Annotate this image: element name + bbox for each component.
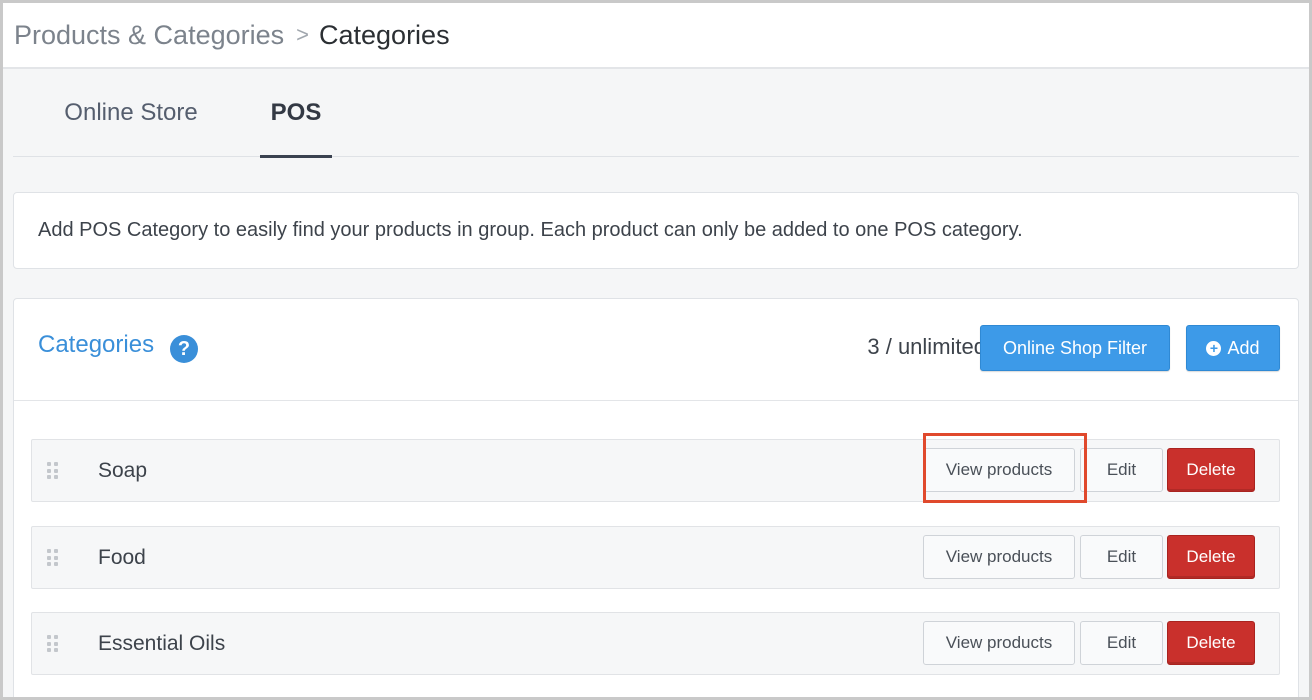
edit-button[interactable]: Edit — [1080, 535, 1163, 579]
category-row-essential-oils: Essential Oils View products Edit Delete — [31, 612, 1280, 675]
page-title: Categories — [319, 19, 450, 50]
breadcrumb-parent-link[interactable]: Products & Categories — [14, 20, 284, 51]
online-shop-filter-label: Online Shop Filter — [1002, 337, 1148, 358]
info-card: Add POS Category to easily find your pro… — [13, 192, 1299, 269]
category-name: Soap — [98, 459, 148, 482]
category-row-soap: Soap View products Edit Delete — [31, 439, 1280, 502]
plus-circle-icon: + — [1206, 340, 1222, 356]
view-products-button[interactable]: View products — [923, 448, 1075, 492]
categories-title: Categories — [38, 331, 155, 358]
category-name: Food — [98, 546, 146, 569]
tab-pos[interactable]: POS — [260, 69, 332, 158]
categories-card: Categories ? 3 / unlimited Online Shop F… — [13, 298, 1299, 697]
delete-button[interactable]: Delete — [1167, 535, 1255, 579]
breadcrumb-separator-icon: > — [296, 22, 309, 47]
edit-button[interactable]: Edit — [1080, 621, 1163, 665]
online-shop-filter-button[interactable]: Online Shop Filter — [980, 325, 1170, 371]
drag-handle-icon[interactable] — [47, 462, 58, 480]
view-products-button[interactable]: View products — [923, 621, 1075, 665]
categories-header: Categories ? 3 / unlimited Online Shop F… — [14, 299, 1298, 401]
view-products-button[interactable]: View products — [923, 535, 1075, 579]
delete-button[interactable]: Delete — [1167, 448, 1255, 492]
question-circle-icon[interactable]: ? — [170, 335, 198, 363]
tab-online-store[interactable]: Online Store — [31, 69, 231, 157]
add-label: Add — [1227, 337, 1260, 358]
drag-handle-icon[interactable] — [47, 549, 58, 567]
add-category-button[interactable]: + Add — [1186, 325, 1280, 371]
category-row-food: Food View products Edit Delete — [31, 526, 1280, 589]
delete-button[interactable]: Delete — [1167, 621, 1255, 665]
category-name: Essential Oils — [98, 632, 226, 655]
app-window: Products & Categories > Categories Onlin… — [0, 0, 1312, 700]
tab-bar: Online Store POS — [13, 69, 1299, 158]
info-text: Add POS Category to easily find your pro… — [38, 219, 1023, 241]
category-count: 3 / unlimited — [867, 334, 986, 359]
breadcrumb: Products & Categories > Categories — [3, 3, 1309, 69]
drag-handle-icon[interactable] — [47, 635, 58, 653]
edit-button[interactable]: Edit — [1080, 448, 1163, 492]
